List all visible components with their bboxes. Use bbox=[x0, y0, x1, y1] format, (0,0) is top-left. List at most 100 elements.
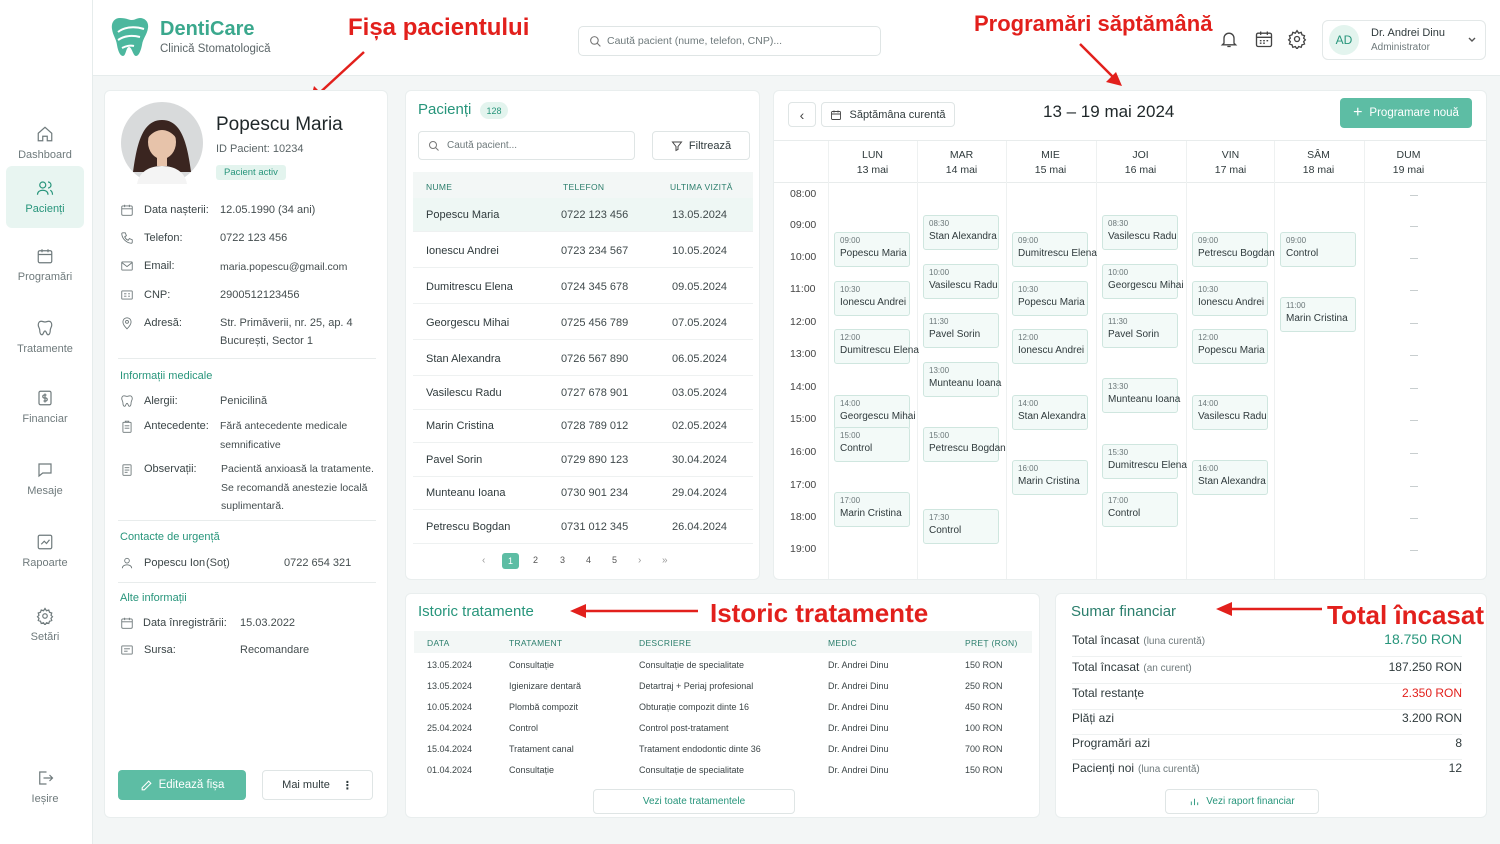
prev-week-button[interactable]: ‹ bbox=[788, 102, 816, 127]
table-row[interactable]: Vasilescu Radu 0727 678 901 03.05.2024 bbox=[413, 376, 753, 410]
appointment-card[interactable]: 09:00 Dumitrescu Elena bbox=[1012, 231, 1097, 267]
sidebar-item-financiar[interactable]: Financiar bbox=[6, 376, 84, 438]
table-row[interactable]: Georgescu Mihai 0725 456 789 07.05.2024 bbox=[413, 306, 753, 340]
settings-icon[interactable] bbox=[1287, 29, 1307, 49]
mail-icon bbox=[121, 261, 133, 271]
filter-button[interactable]: Filtrează bbox=[652, 131, 750, 160]
table-row[interactable]: Pavel Sorin 0729 890 123 30.04.2024 bbox=[413, 443, 753, 477]
page-2-button[interactable]: 2 bbox=[533, 555, 538, 565]
patients-search-input[interactable]: Caută pacient... bbox=[418, 131, 635, 160]
appointment-card[interactable]: 12:00 Popescu Maria bbox=[1192, 329, 1268, 365]
treatment-row[interactable]: 13.05.2024 Igienizare dentară Detartraj + … bbox=[414, 680, 1032, 701]
calendar-header-icon[interactable] bbox=[1254, 29, 1274, 49]
patient-phone-cell: 0727 678 901 bbox=[561, 387, 629, 399]
table-row[interactable]: Ionescu Andrei 0723 234 567 10.05.2024 bbox=[413, 234, 753, 268]
view-report-button[interactable]: Vezi raport financiar bbox=[1165, 789, 1319, 814]
treatment-row[interactable]: 01.04.2024 Consultație Consultație de spec… bbox=[414, 764, 1032, 785]
hour-label: 11:00 bbox=[790, 283, 816, 295]
appointment-card[interactable]: 14:00 Stan Alexandra bbox=[1012, 394, 1088, 430]
appointment-card[interactable]: 15:30 Dumitrescu Elena bbox=[1102, 443, 1187, 479]
new-appointment-button[interactable]: + Programare nouă bbox=[1340, 98, 1472, 128]
chevron-down-icon bbox=[1468, 37, 1476, 42]
observations-value-3: suplimentară. bbox=[221, 500, 285, 512]
edit-profile-button[interactable]: Editează fișa bbox=[118, 770, 246, 800]
appointment-card[interactable]: 11:00 Marin Cristina bbox=[1280, 296, 1356, 332]
appointment-card[interactable]: 16:00 Marin Cristina bbox=[1012, 459, 1088, 495]
treatment-cell: Dr. Andrei Dinu bbox=[828, 702, 889, 712]
view-all-treatments-button[interactable]: Vezi toate tratamentele bbox=[593, 789, 795, 814]
sidebar-item-setari[interactable]: Setări bbox=[6, 594, 84, 656]
col-last-visit: ULTIMA VIZITĂ bbox=[670, 182, 733, 192]
table-row[interactable]: Popescu Maria 0722 123 456 13.05.2024 bbox=[413, 198, 753, 232]
search-input[interactable]: Caută pacient (nume, telefon, CNP)... bbox=[578, 26, 881, 56]
sidebar-item-mesaje[interactable]: Mesaje bbox=[6, 448, 84, 510]
appointment-card[interactable]: 17:00 Control bbox=[1102, 492, 1178, 528]
history-value-2: semnificative bbox=[220, 439, 281, 451]
finance-row: Total restanțe 2.350 RON bbox=[1072, 686, 1462, 710]
day-name: DUM bbox=[1396, 149, 1421, 161]
sidebar-item-pacienti[interactable]: Pacienți bbox=[6, 166, 84, 228]
sunday-empty-slot bbox=[1410, 290, 1418, 291]
appointment-card[interactable]: 10:30 Ionescu Andrei bbox=[834, 280, 910, 316]
appointment-card[interactable]: 11:30 Pavel Sorin bbox=[1102, 313, 1178, 349]
table-row[interactable]: Petrescu Bogdan 0731 012 345 26.04.2024 bbox=[413, 510, 753, 544]
sidebar-item-programari[interactable]: Programări bbox=[6, 234, 84, 296]
appointment-card[interactable]: 09:00 Popescu Maria bbox=[834, 231, 910, 267]
treatment-row[interactable]: 25.04.2024 Control Control post-tratament D… bbox=[414, 722, 1032, 743]
appointment-card[interactable]: 15:00 Control bbox=[834, 427, 910, 463]
page-1-button[interactable]: 1 bbox=[502, 553, 519, 569]
logout-button[interactable]: Ieșire bbox=[6, 756, 84, 818]
appointment-card[interactable]: 15:00 Petrescu Bogdan bbox=[923, 427, 1006, 463]
appointment-card[interactable]: 10:30 Popescu Maria bbox=[1012, 280, 1088, 316]
appointment-card[interactable]: 09:00 Petrescu Bogdan bbox=[1192, 231, 1275, 267]
avatar: AD bbox=[1329, 25, 1359, 55]
appointment-card[interactable]: 13:00 Munteanu Ioana bbox=[923, 362, 1001, 397]
patient-visit-cell: 29.04.2024 bbox=[672, 487, 728, 499]
appointment-card[interactable]: 11:30 Pavel Sorin bbox=[923, 313, 999, 349]
appointment-card[interactable]: 17:00 Marin Cristina bbox=[834, 492, 910, 528]
treatment-row[interactable]: 13.05.2024 Consultație Consultație de spec… bbox=[414, 659, 1032, 680]
appointment-card[interactable]: 14:00 Vasilescu Radu bbox=[1192, 394, 1268, 430]
appointment-card[interactable]: 17:30 Control bbox=[923, 508, 999, 544]
page-5-button[interactable]: 5 bbox=[612, 555, 617, 565]
last-page-button[interactable]: » bbox=[662, 555, 668, 566]
clipboard-icon bbox=[122, 420, 132, 433]
next-page-button[interactable]: › bbox=[638, 555, 641, 566]
appointment-card[interactable]: 16:00 Stan Alexandra bbox=[1192, 459, 1268, 495]
table-row[interactable]: Marin Cristina 0728 789 012 02.05.2024 bbox=[413, 409, 753, 443]
page-3-button[interactable]: 3 bbox=[560, 555, 565, 565]
appointment-card[interactable]: 10:00 Vasilescu Radu bbox=[923, 264, 999, 300]
bell-icon[interactable] bbox=[1219, 29, 1239, 49]
day-column-divider bbox=[1186, 141, 1187, 579]
appointment-card[interactable]: 08:30 Vasilescu Radu bbox=[1102, 215, 1178, 251]
table-row[interactable]: Stan Alexandra 0726 567 890 06.05.2024 bbox=[413, 342, 753, 376]
appointment-card[interactable]: 10:00 Georgescu Mihai bbox=[1102, 264, 1184, 300]
sidebar-item-dashboard[interactable]: Dashboard bbox=[6, 112, 84, 174]
appointment-card[interactable]: 13:30 Munteanu Ioana bbox=[1102, 378, 1180, 414]
appointment-card[interactable]: 10:30 Ionescu Andrei bbox=[1192, 280, 1268, 316]
finance-label: Total încasat bbox=[1072, 660, 1140, 674]
appointment-card[interactable]: 12:00 Ionescu Andrei bbox=[1012, 329, 1088, 365]
day-header: MIE 15 mai bbox=[1006, 148, 1095, 178]
day-header: JOI 16 mai bbox=[1096, 148, 1185, 178]
prev-page-button[interactable]: ‹ bbox=[482, 555, 485, 566]
appointment-patient: Marin Cristina bbox=[1018, 475, 1080, 487]
treatment-row[interactable]: 15.04.2024 Tratament canal Tratament endod… bbox=[414, 743, 1032, 764]
page-4-button[interactable]: 4 bbox=[586, 555, 591, 565]
appointment-card[interactable]: 08:30 Stan Alexandra bbox=[923, 215, 999, 251]
appointment-card[interactable]: 12:00 Dumitrescu Elena bbox=[834, 329, 919, 365]
day-date: 17 mai bbox=[1214, 164, 1247, 176]
source-label: Sursa: bbox=[144, 644, 176, 656]
treatment-row[interactable]: 10.05.2024 Plombă compozit Obturație compo… bbox=[414, 701, 1032, 722]
appointment-card[interactable]: 09:00 Control bbox=[1280, 231, 1356, 267]
current-week-button[interactable]: Săptămâna curentă bbox=[821, 102, 955, 127]
sidebar-item-tratamente[interactable]: Tratamente bbox=[6, 306, 84, 368]
sidebar-item-rapoarte[interactable]: Rapoarte bbox=[6, 520, 84, 582]
appointment-card[interactable]: 14:00 Georgescu Mihai bbox=[834, 394, 916, 430]
appointment-patient: Popescu Maria bbox=[1198, 345, 1265, 357]
more-button[interactable]: Mai multe ⋮ bbox=[262, 770, 373, 800]
patients-search-placeholder: Caută pacient... bbox=[447, 140, 518, 151]
table-row[interactable]: Dumitrescu Elena 0724 345 678 09.05.2024 bbox=[413, 270, 753, 304]
table-row[interactable]: Munteanu Ioana 0730 901 234 29.04.2024 bbox=[413, 476, 753, 510]
user-menu[interactable]: AD Dr. Andrei Dinu Administrator bbox=[1322, 20, 1486, 60]
